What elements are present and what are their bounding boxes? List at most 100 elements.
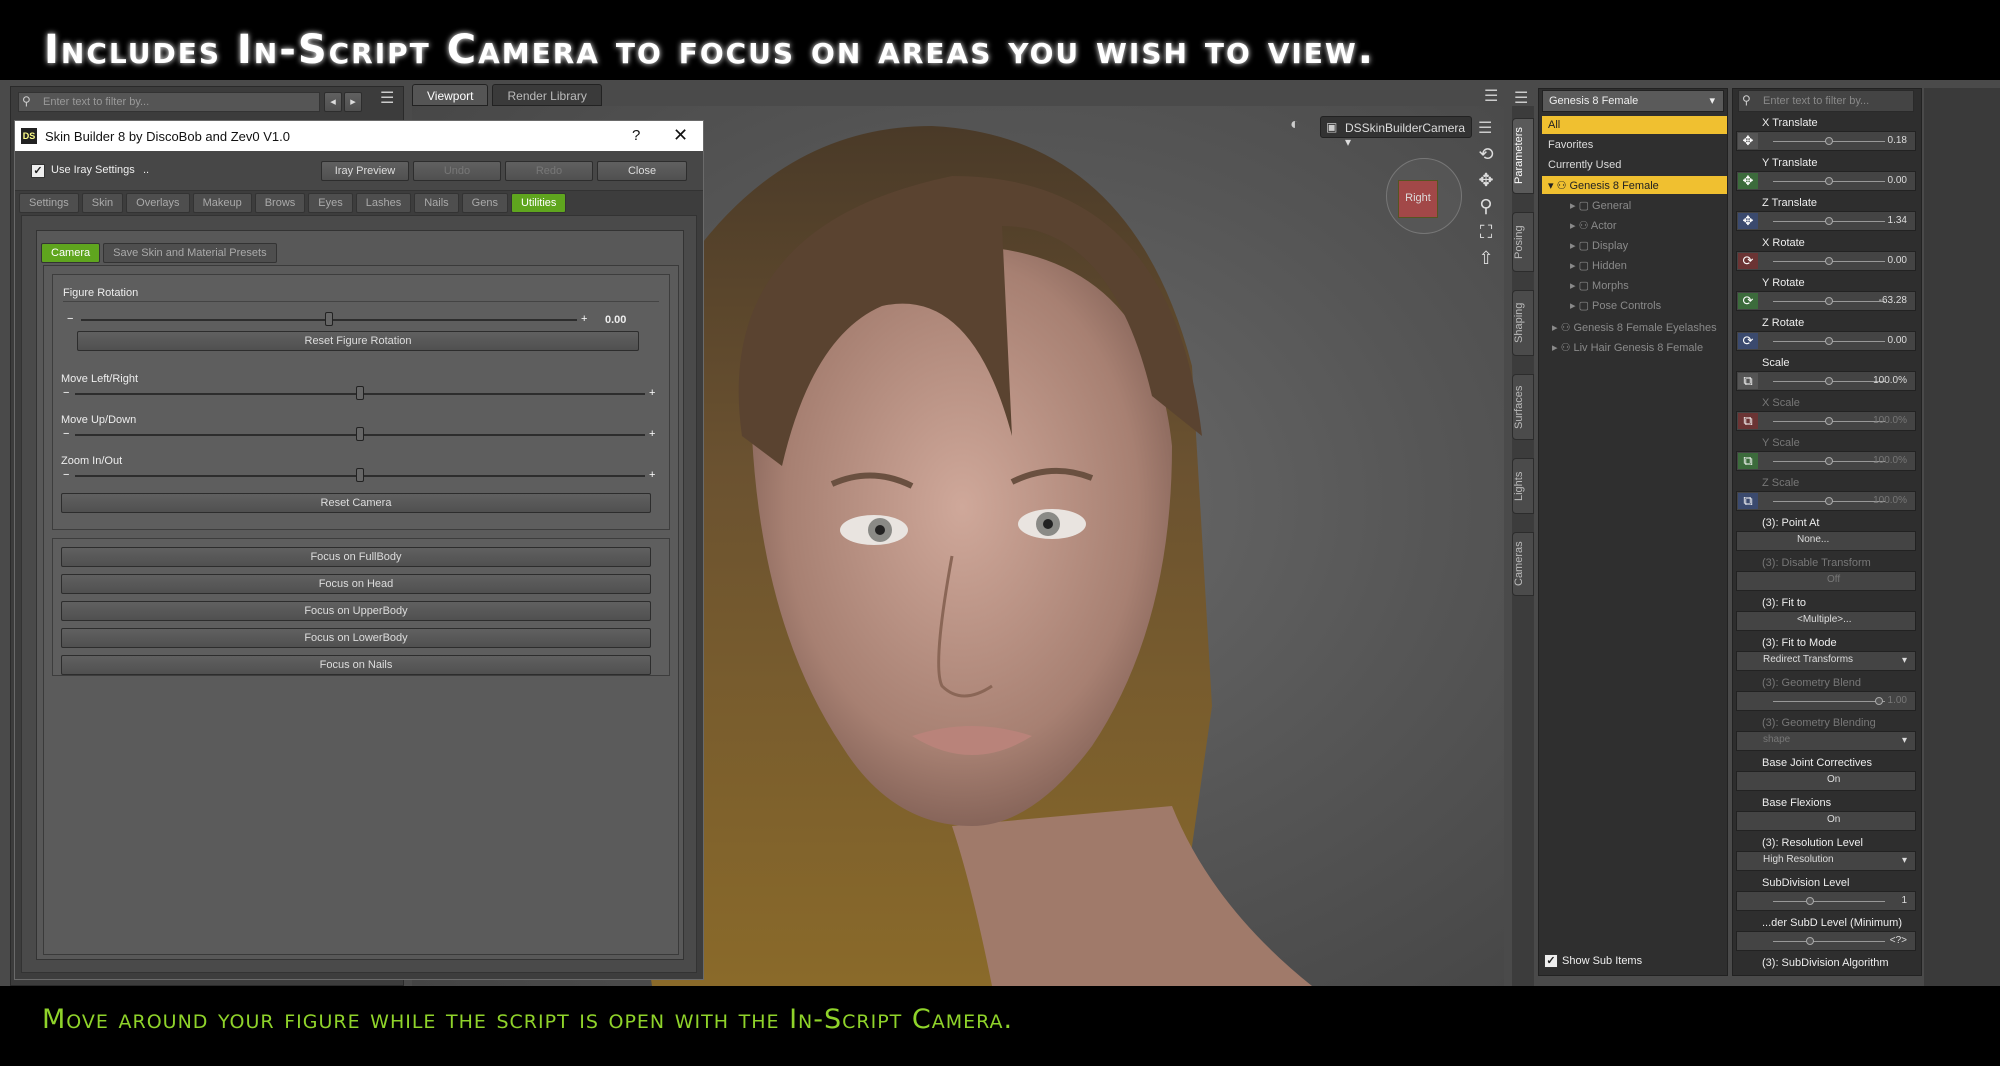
param-slider-knob[interactable] xyxy=(1825,297,1833,305)
tab-lights[interactable]: Lights xyxy=(1512,458,1534,514)
param-control[interactable]: shape ▾ xyxy=(1736,731,1916,751)
param-control[interactable]: 1 xyxy=(1736,891,1916,911)
param-value[interactable]: On xyxy=(1827,814,1840,825)
reset-camera-button[interactable]: Reset Camera xyxy=(61,493,651,513)
param-control[interactable]: ⧉ 100.0% xyxy=(1736,411,1916,431)
close-icon[interactable]: ✕ xyxy=(673,125,688,146)
tab-utilities[interactable]: Utilities xyxy=(510,193,567,213)
reset-figure-rotation-button[interactable]: Reset Figure Rotation xyxy=(77,331,639,351)
param-value[interactable]: 1.00 xyxy=(1888,695,1907,706)
scene-row[interactable]: ▸ ▢ Pose Controls xyxy=(1542,296,1727,314)
param-control[interactable]: 1.00 xyxy=(1736,691,1916,711)
param-control[interactable]: On xyxy=(1736,811,1916,831)
orbit-icon[interactable]: ⟲ xyxy=(1474,144,1498,168)
param-value[interactable]: 0.00 xyxy=(1888,255,1907,266)
tree-node-icon[interactable]: ▾ ⚇ xyxy=(1548,180,1570,192)
home-icon[interactable]: ⇧ xyxy=(1474,248,1498,272)
scene-node-select[interactable]: Genesis 8 Female ▾ xyxy=(1542,90,1724,112)
param-slider-knob[interactable] xyxy=(1825,217,1833,225)
focus-fullbody-button[interactable]: Focus on FullBody xyxy=(61,547,651,567)
tab-surfaces[interactable]: Surfaces xyxy=(1512,374,1534,440)
move-ud-slider[interactable] xyxy=(356,427,364,441)
view-cube-face[interactable]: Right xyxy=(1398,180,1438,218)
param-value[interactable]: 1.34 xyxy=(1888,215,1907,226)
param-slider-track[interactable] xyxy=(1773,941,1885,942)
move-lr-slider[interactable] xyxy=(356,386,364,400)
param-value[interactable]: 100.0% xyxy=(1873,495,1907,506)
param-value[interactable]: 0.00 xyxy=(1888,335,1907,346)
param-slider-knob[interactable] xyxy=(1825,417,1833,425)
tab-camera[interactable]: Camera xyxy=(41,243,101,263)
back-button[interactable]: ◂ xyxy=(324,92,342,112)
param-value[interactable]: <?> xyxy=(1890,935,1907,946)
frame-icon[interactable]: ⛶ xyxy=(1474,222,1498,246)
scene-row[interactable]: Favorites xyxy=(1542,136,1727,154)
param-slider-knob[interactable] xyxy=(1825,257,1833,265)
help-button[interactable]: ? xyxy=(632,127,640,144)
param-value[interactable]: On xyxy=(1827,774,1840,785)
param-value[interactable]: Off xyxy=(1827,574,1840,585)
param-slider-knob[interactable] xyxy=(1825,137,1833,145)
param-slider-knob[interactable] xyxy=(1825,457,1833,465)
tab-lashes[interactable]: Lashes xyxy=(355,193,412,213)
tree-node-icon[interactable]: ▸ ▢ xyxy=(1570,300,1592,312)
focus-upperbody-button[interactable]: Focus on UpperBody xyxy=(61,601,651,621)
param-value[interactable]: 0.00 xyxy=(1888,175,1907,186)
param-value[interactable]: 100.0% xyxy=(1873,415,1907,426)
param-control[interactable]: ⟳ 0.00 xyxy=(1736,251,1916,271)
param-control[interactable]: ✥ 1.34 xyxy=(1736,211,1916,231)
use-iray-checkbox[interactable]: ✓ xyxy=(31,164,45,178)
tab-save-presets[interactable]: Save Skin and Material Presets xyxy=(103,243,277,263)
param-control[interactable]: ⧉ 100.0% xyxy=(1736,371,1916,391)
viewport-menu-icon[interactable]: ☰ xyxy=(1484,86,1498,106)
tab-cameras[interactable]: Cameras xyxy=(1512,532,1534,596)
param-control[interactable]: ⟳ -63.28 xyxy=(1736,291,1916,311)
scene-row[interactable]: ▸ ▢ Morphs xyxy=(1542,276,1727,294)
pan-icon[interactable]: ✥ xyxy=(1474,170,1498,194)
tab-skin[interactable]: Skin xyxy=(81,193,124,213)
scene-row[interactable]: ▾ ⚇ Genesis 8 Female xyxy=(1542,176,1727,194)
param-control[interactable]: ✥ 0.18 xyxy=(1736,131,1916,151)
tab-gens[interactable]: Gens xyxy=(461,193,508,213)
dialog-titlebar[interactable]: DS Skin Builder 8 by DiscoBob and Zev0 V… xyxy=(15,121,703,151)
tree-node-icon[interactable]: ▸ ▢ xyxy=(1570,200,1592,212)
render-sphere-icon[interactable]: ◐ xyxy=(1290,116,1300,134)
param-slider-knob[interactable] xyxy=(1875,697,1884,705)
param-value[interactable]: 100.0% xyxy=(1873,375,1907,386)
param-control[interactable]: None... xyxy=(1736,531,1916,551)
tab-eyes[interactable]: Eyes xyxy=(308,193,353,213)
param-value[interactable]: 1 xyxy=(1901,895,1907,906)
scene-row[interactable]: All xyxy=(1542,116,1727,134)
param-slider-track[interactable] xyxy=(1773,701,1885,702)
scene-row[interactable]: ▸ ▢ Hidden xyxy=(1542,256,1727,274)
undo-button[interactable]: Undo xyxy=(413,161,501,181)
param-slider-knob[interactable] xyxy=(1805,897,1814,905)
show-sub-checkbox[interactable]: ✓ xyxy=(1544,954,1558,968)
param-value[interactable]: shape xyxy=(1763,734,1790,745)
param-control[interactable]: High Resolution ▾ xyxy=(1736,851,1916,871)
scene-row[interactable]: ▸ ▢ Display xyxy=(1542,236,1727,254)
focus-lowerbody-button[interactable]: Focus on LowerBody xyxy=(61,628,651,648)
param-control[interactable]: <?> xyxy=(1736,931,1916,951)
param-slider-track[interactable] xyxy=(1773,901,1885,902)
param-control[interactable]: ⟳ 0.00 xyxy=(1736,331,1916,351)
param-value[interactable]: Redirect Transforms xyxy=(1763,654,1853,665)
viewport-options-icon[interactable]: ☰ xyxy=(1478,118,1492,138)
param-value[interactable]: 100.0% xyxy=(1873,455,1907,466)
tab-posing[interactable]: Posing xyxy=(1512,212,1534,272)
param-value[interactable]: <Multiple>... xyxy=(1797,614,1851,625)
zoom-icon[interactable]: ⚲ xyxy=(1474,196,1498,220)
left-filter-input[interactable]: Enter text to filter by... xyxy=(18,92,320,112)
tree-node-icon[interactable]: ▸ ⚇ xyxy=(1552,342,1574,354)
tab-viewport[interactable]: Viewport xyxy=(412,84,489,106)
param-control[interactable]: Off xyxy=(1736,571,1916,591)
param-filter-input[interactable]: Enter text to filter by... xyxy=(1738,90,1914,112)
iray-preview-button[interactable]: Iray Preview xyxy=(321,161,409,181)
param-control[interactable]: <Multiple>... xyxy=(1736,611,1916,631)
scene-row[interactable]: ▸ ⚇ Liv Hair Genesis 8 Female xyxy=(1542,338,1727,356)
tab-parameters[interactable]: Parameters xyxy=(1512,118,1534,194)
param-slider-knob[interactable] xyxy=(1825,337,1833,345)
param-slider-knob[interactable] xyxy=(1805,937,1814,945)
tab-makeup[interactable]: Makeup xyxy=(192,193,252,213)
camera-select[interactable]: DSSkinBuilderCamera ▾ xyxy=(1320,116,1472,149)
